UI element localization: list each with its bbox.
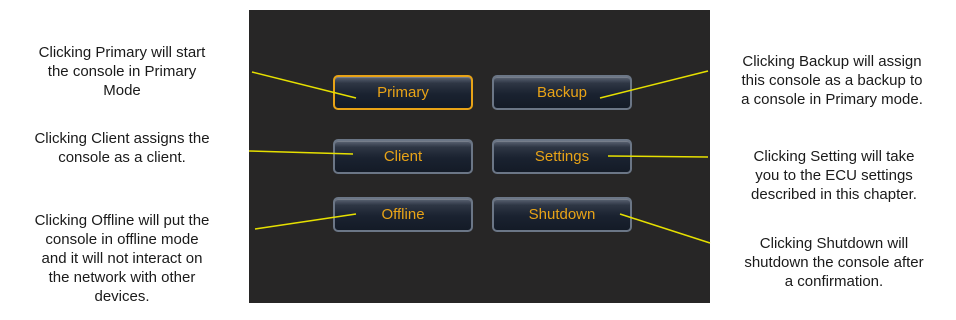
backup-leader-line [599,70,709,99]
backup-annotation: Clicking Backup will assign this console… [741,53,923,108]
client-annotation: Clicking Client assigns the console as a… [34,130,210,166]
primary-annotation: Clicking Primary will start the console … [38,44,206,99]
settings-annotation: Clicking Setting will take you to the EC… [751,148,917,203]
primary-leader-line [251,71,357,99]
offline-leader-line [254,213,357,230]
shutdown-annotation: Clicking Shutdown will shutdown the cons… [744,235,924,290]
offline-annotation: Clicking Offline will put the console in… [34,212,210,305]
shutdown-leader-line [619,213,711,244]
client-leader-line [248,150,354,155]
settings-leader-line [607,155,709,158]
